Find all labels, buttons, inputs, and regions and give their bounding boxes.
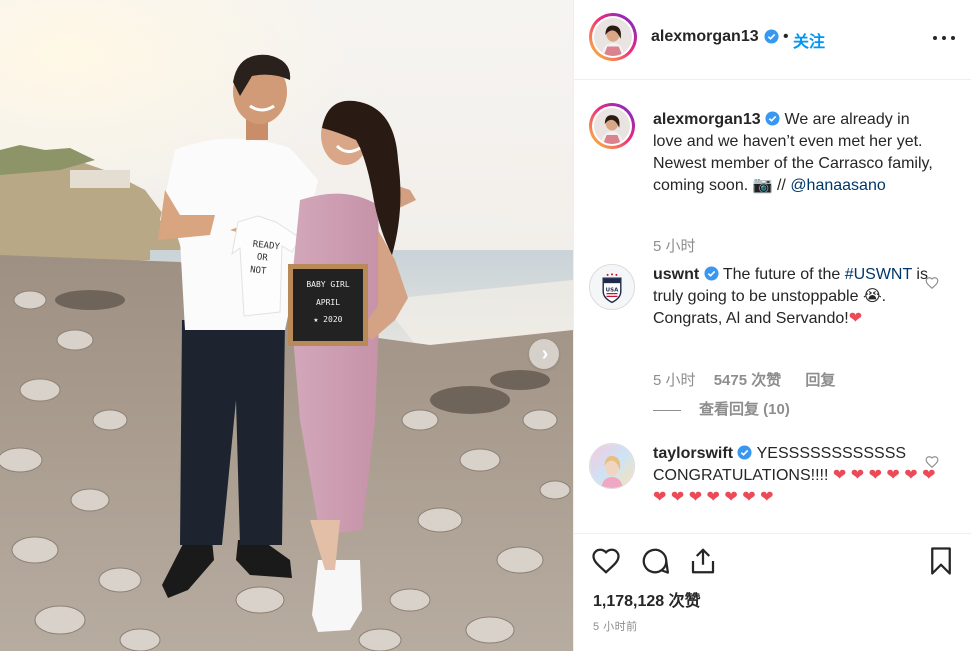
replies-divider [653,409,681,411]
camera-emoji: 📷 [752,177,773,194]
chevron-right-icon: › [541,343,549,365]
post-image: READY OR NOT BABY GIRL APRIL ★ 2020 [0,0,573,651]
caption-text: alexmorgan13 We are already in love and … [653,109,943,197]
caption-username[interactable]: alexmorgan13 [653,111,761,128]
svg-text:USA: USA [606,287,619,293]
avatar-image [594,108,630,144]
comment-body: The future of the [722,266,845,283]
avatar-image [594,18,632,56]
commenter-avatar[interactable]: USA [589,264,635,310]
caption-avatar[interactable] [589,103,635,149]
view-replies[interactable]: 查看回复 (10) [653,398,790,419]
comment-likes[interactable]: 5475 次赞 [714,372,782,389]
uswnt-crest-icon: USA [590,265,634,309]
post-header: alexmorgan13 • 关注 [574,0,971,80]
bookmark-icon[interactable] [926,546,956,576]
like-comment-heart-icon[interactable] [925,455,939,469]
like-comment-heart-icon[interactable] [925,276,939,290]
next-photo-button[interactable]: › [529,339,559,369]
crying-emoji: 😭 [862,288,882,305]
avatar-image [590,444,634,488]
letterboard-line-1: BABY GIRL [306,280,350,289]
hashtag-link[interactable]: #USWNT [845,266,912,283]
comment-icon[interactable] [640,546,670,576]
share-icon[interactable] [688,546,718,576]
heart-emoji: ❤ [848,310,863,327]
verified-badge-icon [764,29,779,44]
caption-time: 5 小时 [653,238,696,255]
comment-text: uswnt The future of the #USWNT is truly … [653,264,943,330]
reply-button[interactable]: 回复 [805,372,835,389]
post-timestamp: 5 小时前 [593,621,638,633]
caption-body-end: // [772,177,791,194]
heart-icon[interactable] [591,546,621,576]
comment-meta: 5 小时 5475 次赞 回复 [653,369,835,390]
author-username[interactable]: alexmorgan13 [651,28,759,46]
commenter-username[interactable]: uswnt [653,266,699,283]
more-options-icon[interactable] [933,27,955,49]
post-sidebar: alexmorgan13 • 关注 alexmorgan13 We are al… [573,0,971,651]
letterboard: BABY GIRL APRIL ★ 2020 [288,264,368,346]
action-bar: 1,178,128 次赞 5 小时前 [574,533,971,651]
onesie-text-2: OR [256,252,268,263]
view-replies-label[interactable]: 查看回复 (10) [699,401,790,418]
onesie-text-3: NOT [250,265,268,277]
likes-count[interactable]: 1,178,128 次赞 [593,587,701,611]
comment-text: taylorswift YESSSSSSSSSSSS CONGRATULATIO… [653,443,943,509]
letterboard-line-2: APRIL [316,298,340,307]
comment-time: 5 小时 [653,372,696,389]
verified-badge-icon [765,111,780,126]
letterboard-line-3: ★ 2020 [314,315,343,324]
follow-button[interactable]: 关注 [793,28,825,52]
post-photo: READY OR NOT BABY GIRL APRIL ★ 2020 › [0,0,573,651]
mention-link[interactable]: @hanaasano [790,177,885,194]
commenter-username[interactable]: taylorswift [653,445,733,462]
comments-list[interactable]: alexmorgan13 We are already in love and … [574,81,971,533]
author-avatar[interactable] [589,13,637,61]
commenter-avatar[interactable] [589,443,635,489]
separator-dot: • [783,28,789,45]
verified-badge-icon [737,445,752,460]
verified-badge-icon [704,266,719,281]
